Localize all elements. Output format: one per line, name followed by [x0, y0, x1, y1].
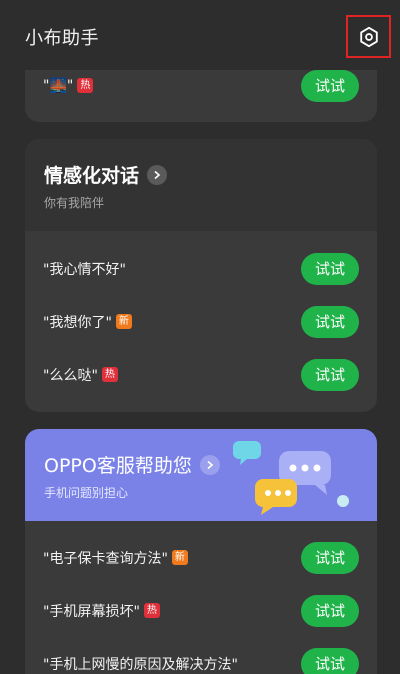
list-item: "电子保卡查询方法" 新 试试: [25, 531, 377, 584]
list-item: "手机屏幕损坏" 热 试试: [25, 584, 377, 637]
suggestion-label: "手机上网慢的原因及解决方法": [43, 656, 238, 673]
list-item: "我心情不好" 试试: [25, 242, 377, 295]
suggestion-text: "🌉" 热: [43, 77, 94, 94]
chat-bubbles-icon: [233, 441, 349, 515]
service-card: OPPO客服帮助您 手机问题别担心 "电子保卡查询方法" 新 试试 "手机屏幕损…: [25, 429, 377, 674]
suggestion-text: "手机屏幕损坏" 热: [43, 601, 160, 621]
card-subtitle: 你有我陪伴: [44, 196, 105, 210]
card-title: OPPO客服帮助您: [44, 455, 192, 477]
suggestion-text: "我想你了" 新: [43, 312, 132, 332]
suggestion-label: "电子保卡查询方法": [43, 550, 168, 567]
suggestion-text: "我心情不好": [43, 259, 126, 279]
suggestion-label: "我想你了": [43, 314, 112, 331]
card-header[interactable]: OPPO客服帮助您 手机问题别担心: [25, 429, 377, 521]
list-item: "手机上网慢的原因及解决方法" 试试: [25, 637, 377, 674]
new-badge: 新: [115, 314, 132, 329]
card-header[interactable]: 情感化对话 你有我陪伴: [25, 139, 377, 231]
settings-button[interactable]: [346, 15, 391, 58]
chevron-right-icon[interactable]: [199, 454, 220, 475]
try-button[interactable]: 试试: [301, 647, 359, 674]
card-title: 情感化对话: [44, 165, 140, 187]
try-button[interactable]: 试试: [301, 305, 359, 338]
try-button[interactable]: 试试: [301, 541, 359, 574]
gear-icon: [359, 26, 378, 47]
card-subtitle: 手机问题别担心: [44, 486, 129, 500]
suggestion-label: "手机屏幕损坏": [43, 603, 140, 620]
try-button[interactable]: 试试: [301, 358, 359, 391]
list-item: "么么哒" 热 试试: [25, 348, 377, 401]
emotion-card: 情感化对话 你有我陪伴 "我心情不好" 试试 "我想你了" 新 试试 "么么哒"…: [25, 139, 377, 412]
page-title: 小布助手: [25, 28, 99, 49]
hot-badge: 热: [77, 78, 94, 93]
suggestion-text: "手机上网慢的原因及解决方法": [43, 654, 238, 674]
try-button[interactable]: 试试: [301, 69, 359, 102]
suggestion-text: "电子保卡查询方法" 新: [43, 548, 188, 568]
new-badge: 新: [171, 550, 188, 565]
suggestion-label: "我心情不好": [43, 261, 126, 278]
try-button[interactable]: 试试: [301, 594, 359, 627]
list-item: "我想你了" 新 试试: [25, 295, 377, 348]
suggestion-label: "🌉": [43, 77, 74, 94]
suggestion-label: "么么哒": [43, 367, 98, 384]
hot-badge: 热: [143, 603, 160, 618]
suggestion-text: "么么哒" 热: [43, 365, 118, 385]
hot-badge: 热: [101, 367, 118, 382]
try-button[interactable]: 试试: [301, 252, 359, 285]
chevron-right-icon[interactable]: [147, 164, 168, 185]
app-header: 小布助手: [0, 0, 400, 70]
